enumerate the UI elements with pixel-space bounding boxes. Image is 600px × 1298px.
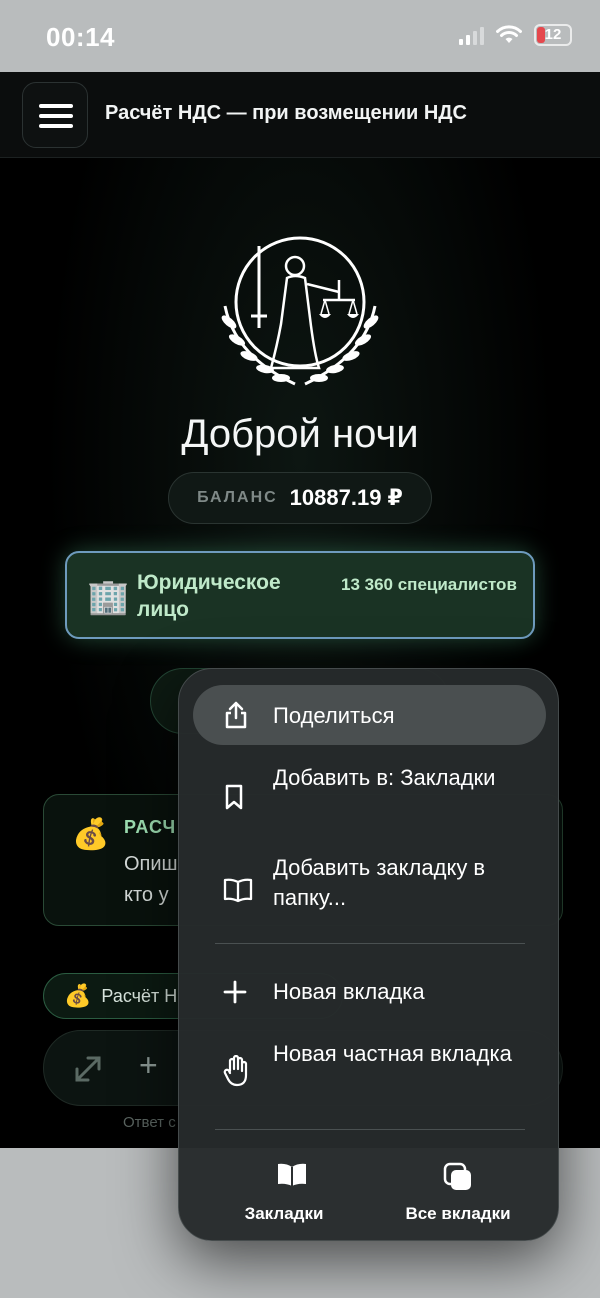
status-time: 00:14 (46, 22, 115, 52)
app-header: Расчёт НДС — при возмещении НДС (0, 72, 600, 158)
menu-item-add-bookmark-folder[interactable]: Добавить закладку в папку... (179, 853, 558, 929)
menu-item-label: Новая вкладка (273, 979, 425, 1004)
entity-name: Юридическое лицо (137, 571, 281, 621)
themis-logo (221, 236, 379, 386)
wifi-icon (496, 25, 522, 43)
browser-context-menu: Поделиться Добавить в: Закладки Добавить… (178, 668, 559, 1241)
menu-item-add-to-bookmarks[interactable]: Добавить в: Закладки (179, 761, 558, 837)
answer-note: Ответ с (123, 1114, 176, 1131)
tabs-icon (443, 1162, 471, 1190)
status-bar: 00:14 12 (0, 0, 600, 72)
money-bag-icon: 💰 (64, 983, 92, 1008)
bookmark-icon (225, 784, 243, 810)
battery-level: 12 (544, 26, 562, 43)
share-icon (225, 701, 247, 729)
info-card-title: РАСЧ (124, 817, 177, 837)
chip-label: Расчёт Н (101, 985, 178, 1006)
menu-footer: Закладки Все вкладки (179, 1148, 558, 1240)
footer-label: Все вкладки (405, 1204, 511, 1223)
expand-icon[interactable] (74, 1055, 102, 1083)
menu-item-label: Новая частная вкладка (273, 1041, 512, 1066)
hand-icon (223, 1055, 248, 1087)
menu-item-new-tab[interactable]: Новая вкладка (179, 969, 558, 1015)
menu-item-label: Добавить закладку в папку... (273, 855, 486, 910)
hamburger-menu-button[interactable] (22, 82, 88, 148)
menu-item-new-private-tab[interactable]: Новая частная вкладка (179, 1037, 558, 1113)
office-building-icon: 🏢 (87, 578, 130, 616)
specialists-count: 13 360 специалистов (341, 575, 517, 594)
money-bag-icon: 💰 (72, 818, 110, 851)
book-filled-icon (278, 1163, 306, 1186)
footer-label: Закладки (244, 1204, 324, 1223)
greeting-title: Доброй ночи (181, 412, 419, 456)
menu-separator (215, 1129, 525, 1130)
balance-value: 10887.19 ₽ (289, 485, 403, 510)
status-icons: 12 (459, 24, 572, 46)
plus-icon (223, 980, 247, 1004)
balance-badge[interactable]: БАЛАНС 10887.19 ₽ (168, 472, 432, 524)
signal-icon (459, 25, 484, 45)
attach-plus-icon[interactable]: + (139, 1047, 158, 1084)
bookmarks-button[interactable]: Закладки (189, 1148, 379, 1240)
all-tabs-button[interactable]: Все вкладки (363, 1148, 553, 1240)
menu-item-label: Поделиться (273, 703, 395, 728)
balance-label: БАЛАНС (197, 489, 278, 506)
menu-separator (215, 943, 525, 944)
battery-icon: 12 (534, 24, 572, 46)
legal-entity-card[interactable]: 🏢 Юридическое лицо 13 360 специалистов (65, 551, 535, 639)
menu-item-share[interactable]: Поделиться (179, 685, 558, 745)
menu-item-label: Добавить в: Закладки (273, 765, 496, 790)
book-icon (223, 878, 253, 903)
page-title: Расчёт НДС — при возмещении НДС (105, 102, 467, 124)
